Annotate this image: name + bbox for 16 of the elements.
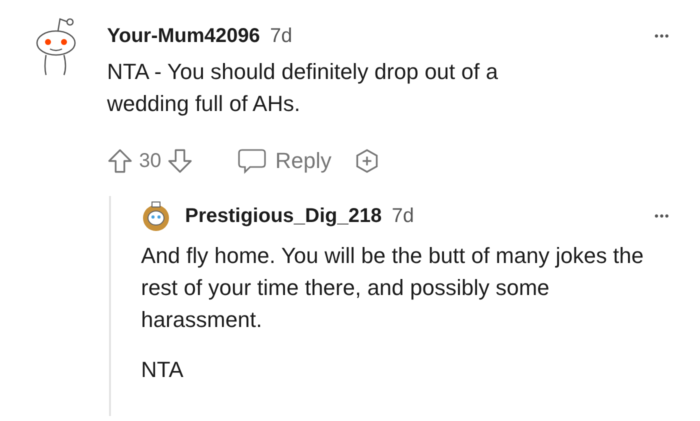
comment-age: 7d <box>392 204 414 228</box>
username[interactable]: Your-Mum42096 <box>107 24 260 48</box>
add-award-icon[interactable] <box>354 148 380 174</box>
comment-age: 7d <box>270 24 292 48</box>
upvote-icon[interactable] <box>107 148 133 174</box>
reply-button[interactable]: Reply <box>237 148 332 174</box>
comment-text: NTA - You should definitely drop out of a wedding full of AHs. <box>107 58 499 118</box>
avatar-icon <box>141 200 171 232</box>
more-options-icon[interactable]: ••• <box>654 29 670 43</box>
more-options-icon[interactable]: ••• <box>654 209 670 223</box>
vote-count: 30 <box>139 150 162 172</box>
comment-text: NTA <box>141 356 184 384</box>
username[interactable]: Prestigious_Dig_218 <box>185 204 382 228</box>
downvote-icon[interactable] <box>167 148 194 174</box>
speech-bubble-icon <box>237 148 268 174</box>
comment-text: And fly home. You will be the butt of many jokes the rest of your time there, and possibly some harassment. <box>141 242 645 334</box>
